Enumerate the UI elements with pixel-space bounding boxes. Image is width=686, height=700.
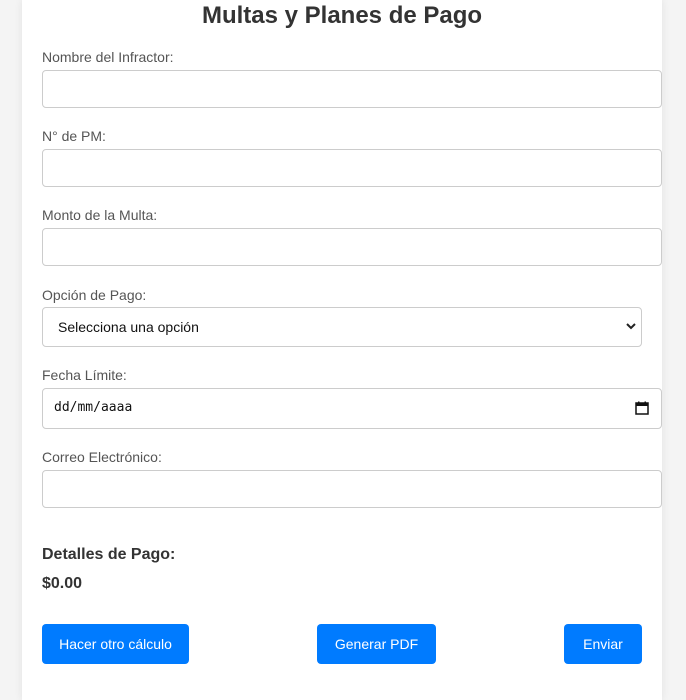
pm-input[interactable] [42, 149, 662, 187]
chevron-down-icon [626, 323, 636, 330]
form-card: Multas y Planes de Pago Nombre del Infra… [22, 0, 662, 700]
deadline-date-placeholder: dd/mm/aaaa [54, 400, 133, 415]
payment-option-selected: Selecciona una opción [58, 319, 199, 335]
amount-label: Monto de la Multa: [42, 207, 158, 223]
name-label: Nombre del Infractor: [42, 49, 174, 65]
name-input[interactable] [42, 70, 662, 108]
pm-label: N° de PM: [42, 128, 106, 144]
calendar-icon[interactable] [635, 401, 649, 415]
payment-amount: $0.00 [42, 575, 83, 592]
deadline-date-input[interactable]: dd/mm/aaaa [42, 388, 662, 429]
recalculate-button[interactable]: Hacer otro cálculo [42, 624, 189, 664]
page-title: Multas y Planes de Pago [201, 2, 483, 29]
payment-details-title: Detalles de Pago: [42, 546, 176, 563]
send-button[interactable]: Enviar [564, 624, 642, 664]
email-input[interactable] [42, 470, 662, 508]
deadline-label: Fecha Límite: [42, 367, 127, 383]
email-label: Correo Electrónico: [42, 449, 162, 465]
payment-option-label: Opción de Pago: [42, 287, 147, 303]
payment-option-select[interactable]: Selecciona una opción [42, 307, 642, 347]
amount-input[interactable] [42, 228, 662, 266]
generate-pdf-button[interactable]: Generar PDF [317, 624, 436, 664]
